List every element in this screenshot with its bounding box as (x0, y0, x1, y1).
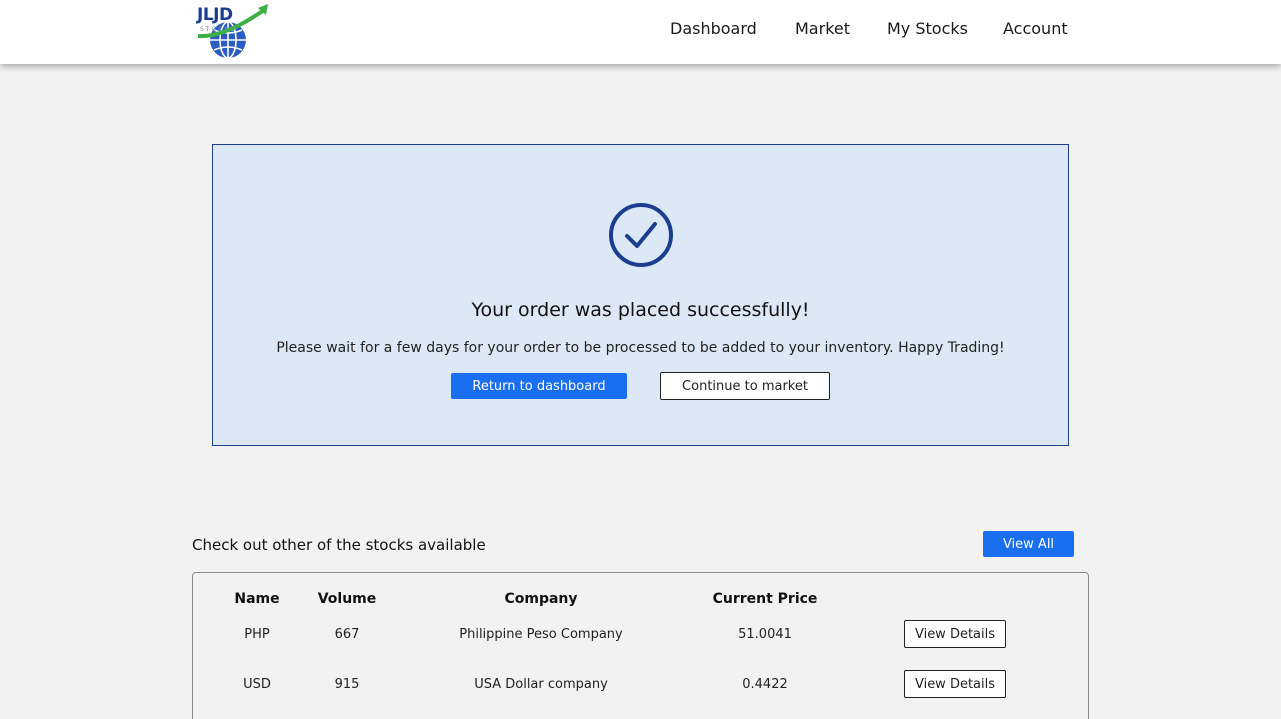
nav-account[interactable]: Account (1003, 19, 1068, 38)
view-all-button[interactable]: View All (983, 531, 1074, 557)
success-message: Please wait for a few days for your orde… (276, 340, 1005, 356)
view-details-button[interactable]: View Details (904, 620, 1006, 648)
logo-text: JLJD (197, 5, 233, 25)
jljd-logo[interactable]: JLJD STOCKS (194, 2, 272, 60)
col-company: Company (504, 591, 578, 607)
return-to-dashboard-button[interactable]: Return to dashboard (451, 373, 627, 399)
stock-name: USD (243, 677, 271, 692)
stock-price: 0.4422 (742, 677, 788, 692)
nav-market[interactable]: Market (795, 19, 850, 38)
stock-company: Philippine Peso Company (459, 627, 623, 642)
continue-to-market-button[interactable]: Continue to market (660, 372, 830, 400)
stock-volume: 915 (334, 677, 360, 692)
stock-company: USA Dollar company (474, 677, 608, 692)
order-success-panel: Your order was placed successfully! Plea… (212, 144, 1069, 446)
col-volume: Volume (317, 591, 377, 607)
view-details-button[interactable]: View Details (904, 670, 1006, 698)
col-current-price: Current Price (712, 591, 818, 607)
stocks-section-title: Check out other of the stocks available (192, 536, 486, 554)
stock-price: 51.0041 (738, 627, 792, 642)
nav-my-stocks[interactable]: My Stocks (887, 19, 968, 38)
stock-volume: 667 (334, 627, 360, 642)
top-navbar: JLJD STOCKS Dashboard Market My Stocks A… (0, 0, 1281, 64)
success-title: Your order was placed successfully! (471, 299, 810, 321)
nav-dashboard[interactable]: Dashboard (670, 19, 757, 38)
stock-name: PHP (244, 627, 270, 642)
stocks-table: Name Volume Company Current Price PHP 66… (192, 572, 1089, 719)
col-name: Name (234, 591, 280, 607)
check-circle-icon (609, 203, 673, 267)
logo-tagline: STOCKS (200, 26, 237, 33)
